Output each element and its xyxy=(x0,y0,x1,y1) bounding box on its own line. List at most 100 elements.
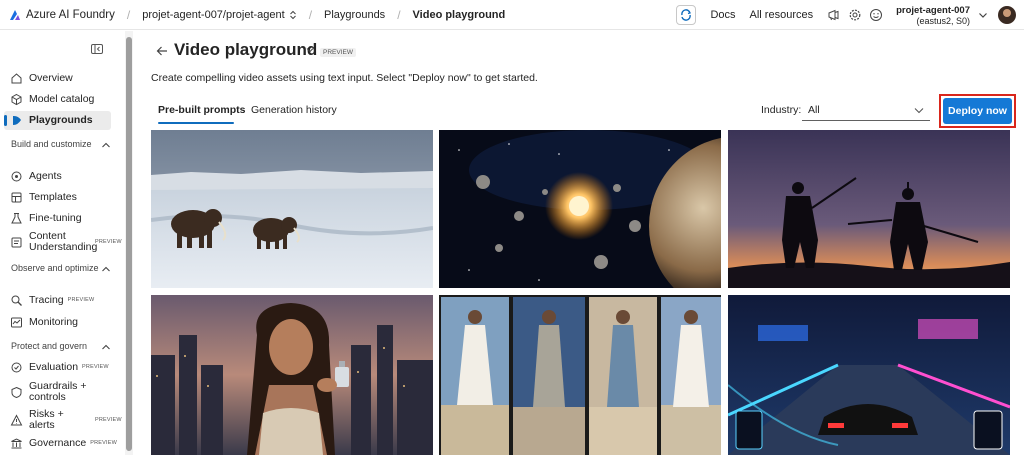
industry-dropdown[interactable]: All xyxy=(802,101,930,121)
brand[interactable]: Azure AI Foundry xyxy=(0,9,115,21)
section-label: Build and customize xyxy=(11,139,92,149)
sidebar-item-fine-tuning[interactable]: Fine-tuning xyxy=(0,209,124,227)
prompt-tile-racing[interactable] xyxy=(728,295,1010,455)
copilot-icon xyxy=(681,9,692,21)
megaphone-icon[interactable] xyxy=(827,8,841,22)
scrollbar-thumb[interactable] xyxy=(126,37,132,451)
prompt-tile-mammoths[interactable] xyxy=(151,130,433,288)
sidebar-item-label: Guardrails + controls xyxy=(29,380,87,403)
copilot-button[interactable] xyxy=(676,5,697,25)
back-arrow-icon[interactable] xyxy=(156,45,168,57)
chevron-up-down-icon xyxy=(289,10,296,19)
gear-icon[interactable] xyxy=(848,8,862,22)
smiley-feedback-icon[interactable] xyxy=(869,8,883,22)
sidebar-item-governance[interactable]: Governance PREVIEW xyxy=(0,434,124,452)
sidebar-item-content-understanding[interactable]: Content Understanding PREVIEW xyxy=(0,229,124,255)
section-build-and-customize[interactable]: Build and customize xyxy=(11,139,111,150)
sidebar-item-guardrails[interactable]: Guardrails + controls xyxy=(0,379,124,405)
preview-badge: PREVIEW xyxy=(90,440,117,446)
home-icon xyxy=(11,72,22,83)
sidebar-item-label: Overview xyxy=(29,71,73,84)
chevron-down-icon xyxy=(914,108,924,114)
brand-name: Azure AI Foundry xyxy=(26,8,115,21)
sidebar-item-label: Fine-tuning xyxy=(29,211,82,224)
prompt-tile-samurai[interactable] xyxy=(728,130,1010,288)
tracing-icon xyxy=(11,295,22,306)
tab-pre-built-prompts[interactable]: Pre-built prompts xyxy=(158,104,246,116)
section-label: Protect and govern xyxy=(11,341,88,351)
sidebar-item-evaluation[interactable]: Evaluation PREVIEW xyxy=(0,358,124,376)
docs-link[interactable]: Docs xyxy=(710,9,735,21)
azure-ai-foundry-logo-icon xyxy=(10,9,20,20)
monitoring-icon xyxy=(11,317,22,327)
project-name: projet-agent-007/projet-agent xyxy=(142,8,285,21)
avatar[interactable] xyxy=(998,6,1016,24)
chevron-down-icon[interactable] xyxy=(306,47,314,53)
preview-badge: PREVIEW xyxy=(320,48,356,57)
samurai-thumbnail xyxy=(728,130,1010,288)
sidebar-item-agents[interactable]: Agents xyxy=(0,167,124,185)
preview-badge: PREVIEW xyxy=(95,417,122,423)
sidebar-item-risks[interactable]: Risks + alerts PREVIEW xyxy=(0,407,124,433)
deploy-now-button[interactable]: Deploy now xyxy=(943,98,1012,124)
alert-icon xyxy=(10,413,23,425)
flask-icon xyxy=(11,212,22,223)
planets-thumbnail xyxy=(439,130,721,288)
breadcrumb-separator: / xyxy=(308,7,313,22)
breadcrumb-project[interactable]: projet-agent-007/projet-agent xyxy=(142,9,296,21)
preview-badge: PREVIEW xyxy=(67,297,95,303)
sidebar-item-templates[interactable]: Templates xyxy=(0,188,124,206)
sidebar-item-monitoring[interactable]: Monitoring xyxy=(0,313,124,331)
content-understanding-icon xyxy=(11,237,22,247)
sidebar-item-label: Evaluation xyxy=(29,360,79,373)
sidebar-item-label: Governance xyxy=(29,436,87,449)
breadcrumb-playgrounds[interactable]: Playgrounds xyxy=(324,9,385,21)
sidebar-item-label: Content Understanding xyxy=(29,230,98,253)
breadcrumb-separator: / xyxy=(397,7,401,22)
page-description: Create compelling video assets using tex… xyxy=(151,72,538,84)
tab-generation-history[interactable]: Generation history xyxy=(251,104,337,116)
sidebar-item-overview[interactable]: Overview xyxy=(0,69,124,87)
account-info[interactable]: projet-agent-007 (eastus2, S0) xyxy=(896,5,970,26)
breadcrumb-video-playground: Video playground xyxy=(412,8,506,21)
preview-badge: PREVIEW xyxy=(82,364,109,370)
sidebar-item-label: Monitoring xyxy=(29,315,79,328)
chevron-down-icon[interactable] xyxy=(978,11,988,19)
sidebar-item-model-catalog[interactable]: Model catalog xyxy=(0,90,124,108)
sidebar-item-label: Model catalog xyxy=(29,92,95,105)
sidebar-item-label: Playgrounds xyxy=(29,114,93,126)
sidebar-item-playgrounds[interactable]: Playgrounds xyxy=(4,111,111,130)
chevron-up-icon xyxy=(102,266,110,272)
shield-icon xyxy=(11,386,22,398)
page-title: Video playground xyxy=(174,40,318,59)
collapse-sidebar-icon[interactable] xyxy=(91,44,103,54)
prompt-tile-perfume[interactable] xyxy=(151,295,433,455)
agents-icon xyxy=(11,171,22,181)
fashion-thumbnail xyxy=(439,295,721,455)
cube-icon xyxy=(11,93,22,105)
all-resources-link[interactable]: All resources xyxy=(750,9,814,21)
section-label: Observe and optimize xyxy=(11,263,99,273)
account-name: projet-agent-007 xyxy=(896,4,970,16)
industry-label: Industry: xyxy=(761,104,802,116)
sidebar-item-label: Templates xyxy=(29,190,77,203)
breadcrumb-separator: / xyxy=(126,7,131,22)
chevron-up-icon xyxy=(102,142,110,148)
section-observe-and-optimize[interactable]: Observe and optimize xyxy=(11,263,111,274)
sidebar-scrollbar[interactable] xyxy=(125,31,133,455)
tab-active-indicator xyxy=(158,122,234,124)
sidebar-item-tracing[interactable]: Tracing PREVIEW xyxy=(0,291,124,309)
racing-thumbnail xyxy=(728,295,1010,455)
account-region: (eastus2, S0) xyxy=(916,15,970,26)
prompt-tile-fashion[interactable] xyxy=(439,295,721,455)
sidebar: Overview Model catalog Playgrounds Build… xyxy=(0,31,124,455)
prompt-tile-planets[interactable] xyxy=(439,130,721,288)
sidebar-item-label: Agents xyxy=(29,169,62,182)
sidebar-item-label: Risks + alerts xyxy=(29,408,64,431)
top-bar: Azure AI Foundry / projet-agent-007/proj… xyxy=(0,0,1024,30)
main-content: Video playground PREVIEW Create compelli… xyxy=(134,31,1024,455)
perfume-thumbnail xyxy=(151,295,433,455)
sidebar-item-label: Tracing xyxy=(29,293,64,306)
governance-icon xyxy=(11,437,22,448)
section-protect-and-govern[interactable]: Protect and govern xyxy=(11,341,111,352)
